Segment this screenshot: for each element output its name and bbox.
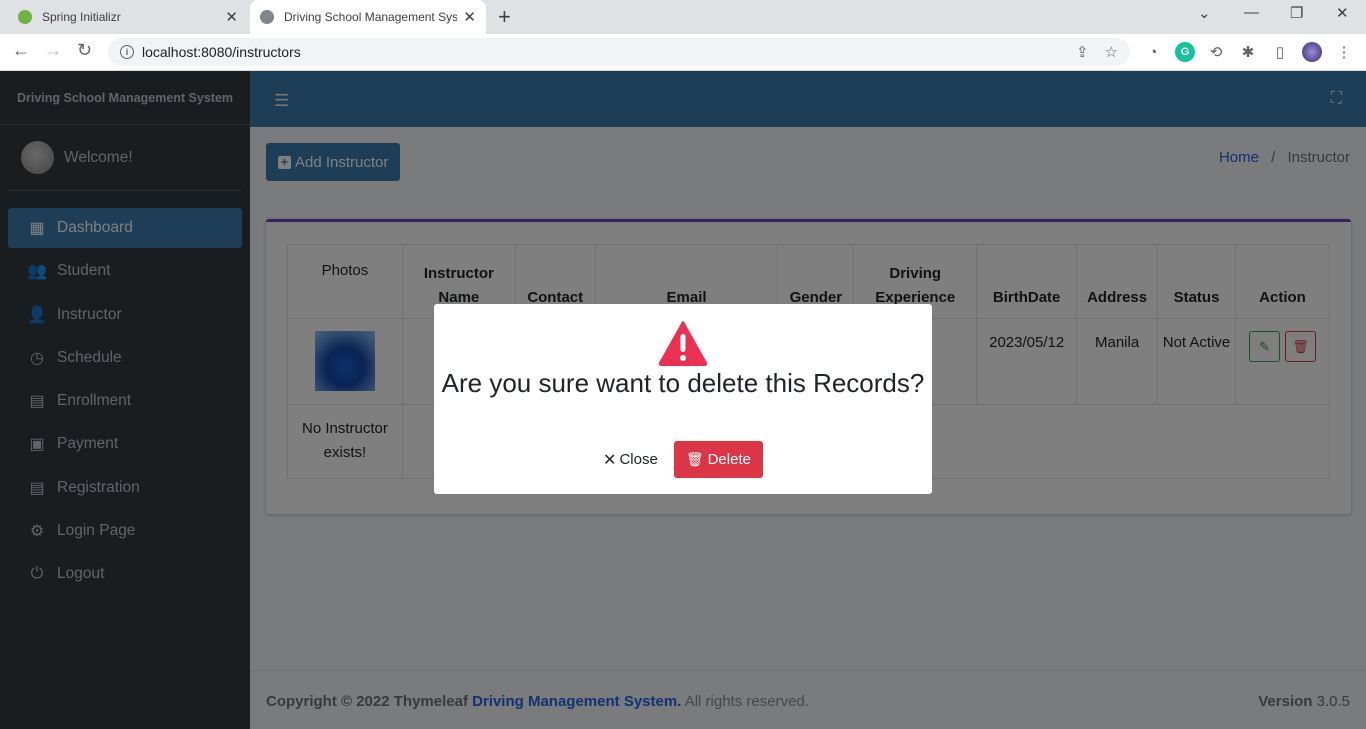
restore-icon[interactable]: ❐ — [1290, 4, 1303, 22]
sidepanel-icon[interactable]: ▯ — [1270, 42, 1290, 62]
delete-label: Delete — [707, 451, 751, 468]
chevron-down-icon[interactable]: ⌄ — [1198, 4, 1211, 22]
delete-button[interactable]: 🗑 Delete — [673, 441, 763, 478]
back-icon[interactable]: ← — [12, 40, 30, 61]
share-icon[interactable]: ⇪ — [1076, 43, 1089, 61]
delete-confirm-modal: Are you sure want to delete this Records… — [434, 304, 932, 494]
minimize-icon[interactable]: — — [1244, 4, 1259, 21]
puzzle-icon[interactable]: ✱ — [1238, 42, 1258, 62]
browser-tab-active[interactable]: Driving School Management Syst ✕ — [250, 0, 486, 34]
sync-icon[interactable]: ⟲ — [1206, 42, 1226, 62]
close-tab-icon[interactable]: ✕ — [463, 8, 476, 26]
close-label: Close — [619, 451, 658, 468]
warning-icon — [658, 321, 708, 366]
browser-tab-bar: Spring Initializr ✕ Driving School Manag… — [0, 0, 1366, 34]
close-window-icon[interactable]: ✕ — [1336, 4, 1349, 22]
info-icon[interactable]: i — [120, 45, 134, 59]
performance-icon[interactable]: ◔ — [1143, 42, 1163, 62]
grammarly-icon[interactable]: G — [1175, 42, 1195, 62]
more-menu-icon[interactable]: ⋮ — [1334, 42, 1354, 62]
forward-icon[interactable]: → — [44, 40, 62, 61]
close-button[interactable]: ✕ Close — [603, 450, 658, 470]
reload-icon[interactable]: ↻ — [77, 40, 92, 61]
url-field[interactable]: i localhost:8080/instructors ⇪ ☆ — [108, 38, 1130, 66]
url-text: localhost:8080/instructors — [142, 44, 301, 60]
trash-icon: 🗑 — [685, 451, 704, 467]
modal-title: Are you sure want to delete this Records… — [441, 368, 925, 398]
spring-leaf-icon — [18, 10, 32, 24]
tab-title: Driving School Management Syst — [284, 10, 458, 24]
close-icon: ✕ — [603, 451, 617, 469]
profile-avatar[interactable] — [1302, 42, 1322, 62]
new-tab-icon[interactable]: + — [498, 4, 511, 30]
browser-tab-spring[interactable]: Spring Initializr ✕ — [8, 0, 248, 34]
star-icon[interactable]: ☆ — [1105, 43, 1118, 61]
tab-title: Spring Initializr — [42, 10, 121, 24]
close-tab-icon[interactable]: ✕ — [225, 8, 238, 26]
globe-icon — [260, 10, 274, 24]
